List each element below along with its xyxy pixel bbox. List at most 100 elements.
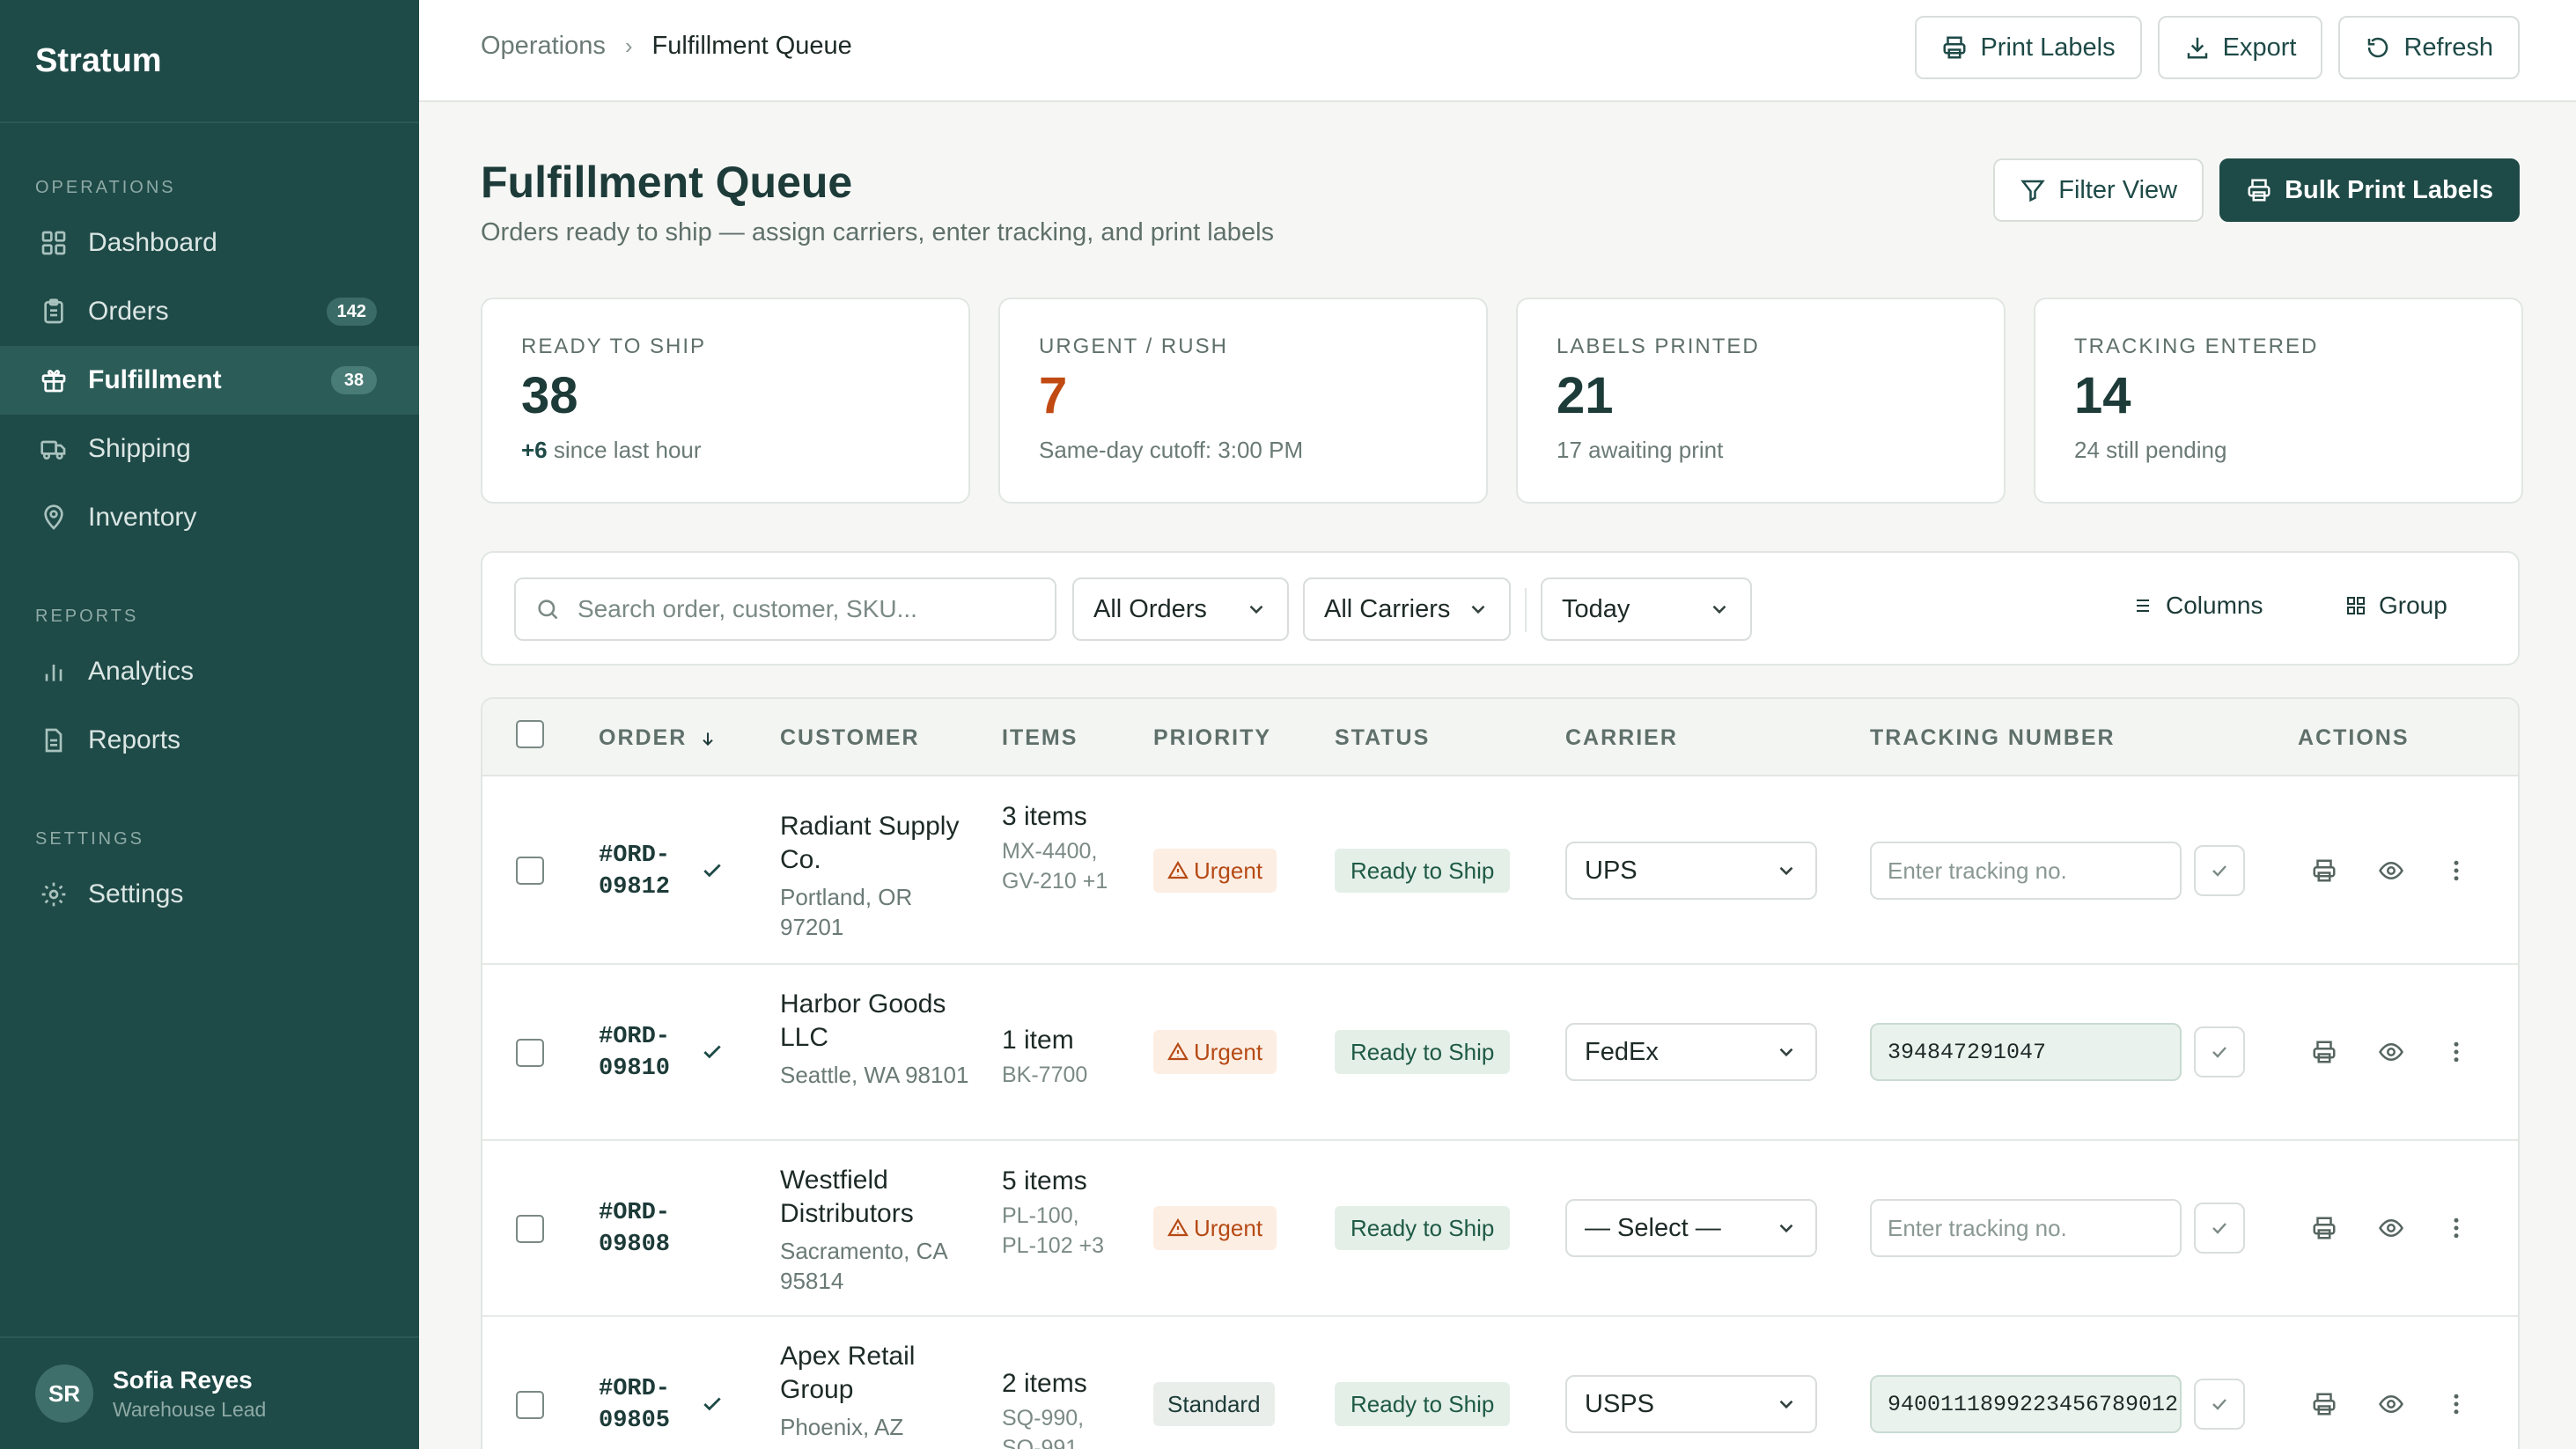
view-order-button[interactable] [2374, 1210, 2409, 1246]
column-header-items[interactable]: ITEMS [1002, 725, 1078, 751]
more-actions-button[interactable] [2439, 853, 2474, 888]
priority-label: Urgent [1194, 857, 1263, 884]
nav-section-reports: REPORTS [35, 607, 139, 626]
confirm-tracking-button[interactable] [2194, 845, 2245, 896]
group-button[interactable]: Group [2345, 592, 2447, 620]
select-all-checkbox[interactable] [516, 720, 544, 748]
table-row[interactable]: #ORD-09805 Apex Retail Group Phoenix, AZ… [482, 1317, 2518, 1449]
column-header-status[interactable]: STATUS [1335, 725, 1430, 751]
customer-name: Harbor Goods LLC [780, 989, 946, 1053]
row-checkbox[interactable] [516, 857, 544, 885]
sidebar-item-analytics[interactable]: Analytics [0, 637, 419, 706]
more-actions-button[interactable] [2439, 1210, 2474, 1246]
breadcrumb-operations[interactable]: Operations [481, 32, 606, 61]
customer-address: Portland, OR 97201 [780, 883, 913, 940]
sidebar: Stratum OPERATIONS Dashboard Orders 142 … [0, 0, 419, 1449]
stat-label: READY TO SHIP [521, 335, 707, 358]
orders-filter-select[interactable]: All Orders [1072, 577, 1289, 641]
table-row[interactable]: #ORD-09810 Harbor Goods LLC Seattle, WA … [482, 965, 2518, 1141]
order-id[interactable]: #ORD-09808 [599, 1197, 687, 1261]
grid-icon [2347, 597, 2365, 614]
stat-note-delta: +6 [521, 436, 548, 463]
order-id[interactable]: #ORD-09812 [599, 840, 687, 904]
stat-label: URGENT / RUSH [1039, 335, 1228, 358]
print-labels-button[interactable]: Print Labels [1915, 16, 2142, 79]
check-icon [2212, 1223, 2226, 1234]
tracking-input[interactable]: Enter tracking no. [1870, 1199, 2182, 1257]
grid-icon [39, 228, 69, 258]
bulk-print-labels-button[interactable]: Bulk Print Labels [2219, 158, 2520, 222]
view-order-button[interactable] [2374, 1386, 2409, 1422]
export-button[interactable]: Export [2157, 16, 2323, 79]
view-order-button[interactable] [2374, 1034, 2409, 1070]
breadcrumb: Operations › Fulfillment Queue [481, 32, 852, 61]
carrier-select[interactable]: — Select — [1565, 1199, 1817, 1257]
filter-icon [2020, 180, 2046, 202]
filter-view-button[interactable]: Filter View [1993, 158, 2204, 222]
print-label-button[interactable] [2307, 1210, 2342, 1246]
priority-badge: Urgent [1153, 1206, 1277, 1250]
sidebar-item-shipping[interactable]: Shipping [0, 415, 419, 483]
column-header-carrier[interactable]: CARRIER [1565, 725, 1678, 751]
more-actions-button[interactable] [2439, 1386, 2474, 1422]
table-row[interactable]: #ORD-09812 Radiant Supply Co. Portland, … [482, 776, 2518, 965]
more-actions-button[interactable] [2439, 1034, 2474, 1070]
top-actions: Print Labels Export Refresh [1915, 16, 2520, 79]
chevron-down-icon [1471, 605, 1485, 614]
columns-button[interactable]: Columns [2132, 592, 2263, 620]
date-filter-select[interactable]: Today [1541, 577, 1752, 641]
confirm-tracking-button[interactable] [2194, 1026, 2245, 1078]
print-label-button[interactable] [2307, 1034, 2342, 1070]
tracking-input[interactable]: 9400111899223456789012 [1870, 1375, 2182, 1433]
tracking-input[interactable]: 394847291047 [1870, 1023, 2182, 1081]
printer-icon [2313, 1041, 2336, 1063]
column-header-priority[interactable]: PRIORITY [1153, 725, 1271, 751]
app-logo[interactable]: Stratum [0, 0, 419, 123]
column-header-order[interactable]: ORDER [599, 725, 717, 751]
carrier-value: USPS [1585, 1389, 1654, 1418]
order-id[interactable]: #ORD-09805 [599, 1373, 687, 1438]
row-checkbox[interactable] [516, 1215, 544, 1243]
sidebar-item-reports[interactable]: Reports [0, 706, 419, 775]
user-profile[interactable]: SR Sofia Reyes Warehouse Lead [0, 1336, 419, 1449]
stats-row: READY TO SHIP 38 +6 since last hour URGE… [481, 298, 2523, 504]
sidebar-item-fulfillment[interactable]: Fulfillment 38 [0, 346, 419, 415]
fulfillment-count-badge: 38 [331, 366, 377, 394]
sidebar-item-inventory[interactable]: Inventory [0, 483, 419, 552]
confirm-tracking-button[interactable] [2194, 1379, 2245, 1430]
refresh-label: Refresh [2403, 33, 2493, 62]
items-skus: BK-7700 [1002, 1063, 1088, 1087]
filter-bar: Search order, customer, SKU... All Order… [481, 551, 2520, 666]
refresh-button[interactable]: Refresh [2338, 16, 2520, 79]
sidebar-item-dashboard[interactable]: Dashboard [0, 209, 419, 277]
tracking-input[interactable]: Enter tracking no. [1870, 842, 2182, 900]
print-label-button[interactable] [2307, 853, 2342, 888]
carrier-select[interactable]: UPS [1565, 842, 1817, 900]
column-header-label: ORDER [599, 725, 688, 750]
carrier-select[interactable]: FedEx [1565, 1023, 1817, 1081]
group-label: Group [2379, 592, 2447, 619]
column-header-tracking[interactable]: TRACKING NUMBER [1870, 725, 2116, 751]
avatar: SR [35, 1364, 93, 1423]
sidebar-item-orders[interactable]: Orders 142 [0, 277, 419, 346]
stat-label: LABELS PRINTED [1557, 335, 1760, 358]
customer-name: Radiant Supply Co. [780, 812, 960, 875]
carrier-select[interactable]: USPS [1565, 1375, 1817, 1433]
carriers-filter-select[interactable]: All Carriers [1303, 577, 1511, 641]
items-count: 1 item [1002, 1026, 1074, 1055]
confirm-tracking-button[interactable] [2194, 1203, 2245, 1254]
column-header-customer[interactable]: CUSTOMER [780, 725, 920, 751]
order-id[interactable]: #ORD-09810 [599, 1021, 687, 1085]
print-label-button[interactable] [2307, 1386, 2342, 1422]
row-checkbox[interactable] [516, 1391, 544, 1419]
warning-icon [1167, 1217, 1189, 1237]
chevron-down-icon [1779, 1048, 1793, 1057]
row-checkbox[interactable] [516, 1039, 544, 1067]
user-role: Warehouse Lead [113, 1397, 267, 1421]
sidebar-item-settings[interactable]: Settings [0, 860, 419, 929]
table-row[interactable]: #ORD-09808 Westfield Distributors Sacram… [482, 1141, 2518, 1317]
chevron-down-icon [1779, 1224, 1793, 1233]
stat-value: 38 [521, 367, 578, 424]
search-input[interactable]: Search order, customer, SKU... [514, 577, 1056, 641]
view-order-button[interactable] [2374, 853, 2409, 888]
